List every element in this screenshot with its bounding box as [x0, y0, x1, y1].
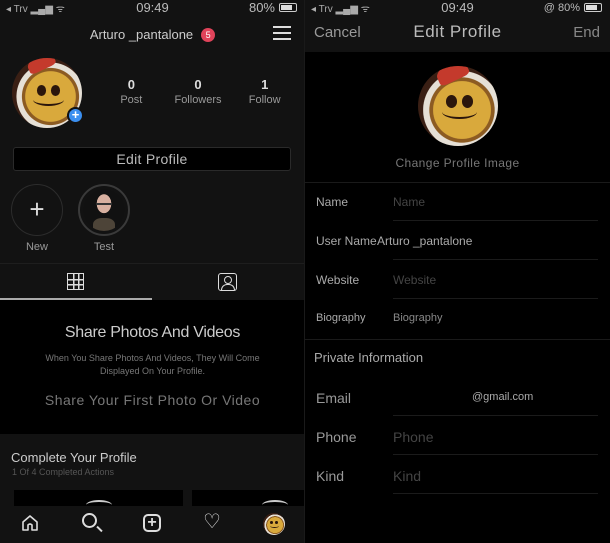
field-label: Phone: [316, 429, 357, 445]
highlight-test[interactable]: Test: [78, 184, 130, 253]
field-kind: Kind Kind: [305, 455, 610, 494]
stat-label: Post: [120, 94, 143, 106]
website-input[interactable]: Website: [393, 273, 436, 287]
plus-icon: +: [29, 194, 45, 224]
username-switcher[interactable]: Arturo _pantalone 5: [0, 27, 305, 42]
complete-profile-progress: 1 Of 4 Completed Actions: [12, 467, 115, 477]
battery-icon: [584, 3, 602, 12]
highlight-label: New: [25, 241, 48, 253]
username-input[interactable]: Arturo _pantalone: [377, 234, 472, 248]
field-label: Name: [316, 195, 349, 209]
biography-input[interactable]: Biography: [393, 312, 443, 324]
profile-tabs: [0, 263, 305, 300]
divider: [305, 339, 610, 340]
complete-profile-title: Complete Your Profile: [11, 450, 137, 465]
field-website: Website Website: [305, 260, 610, 299]
email-input[interactable]: @gmail.com: [472, 391, 533, 403]
stat-following[interactable]: 1 Follow: [231, 77, 298, 106]
battery-percent: 80%: [248, 0, 275, 15]
private-information-title: Private Information: [314, 350, 424, 365]
field-email: Email: [305, 377, 610, 416]
field-label: Kind: [316, 468, 345, 484]
profile-tab-avatar[interactable]: [263, 513, 285, 535]
page-title: Edit Profile: [413, 22, 502, 41]
phone-input[interactable]: Phone: [393, 429, 433, 445]
highlight-avatar: [83, 189, 125, 231]
field-label: User Name: [316, 234, 377, 248]
field-biography: Biography Biography: [305, 299, 610, 338]
notification-badge: 5: [201, 28, 216, 42]
stat-posts[interactable]: 0 Post: [98, 77, 165, 106]
kind-input[interactable]: Kind: [393, 468, 421, 484]
field-label: Website: [316, 273, 360, 287]
edit-profile-button[interactable]: Edit Profile: [13, 147, 291, 171]
highlight-label: Test: [93, 241, 115, 253]
stat-followers[interactable]: 0 Followers: [165, 77, 232, 106]
stat-label: Followers: [174, 94, 222, 106]
stat-value: 0: [127, 77, 135, 92]
status-bar: ◂ Trv ▂▄▆ ᯤ 09:49 @ 80%: [305, 0, 610, 18]
field-username: User Name Arturo _pantalone: [305, 221, 610, 260]
highlight-new[interactable]: + New: [11, 184, 63, 253]
tagged-person-icon: [218, 273, 237, 291]
stat-value: 0: [194, 77, 202, 92]
stat-label: Follow: [248, 94, 281, 106]
share-first-photo-link[interactable]: Share Your First Photo Or Video: [0, 392, 305, 408]
hamburger-menu-icon[interactable]: [273, 26, 291, 40]
battery-percent: @ 80%: [543, 2, 580, 14]
empty-description: When You Share Photos And Videos, They W…: [45, 353, 260, 376]
edit-profile-avatar[interactable]: [418, 66, 498, 146]
field-name: Name Name: [305, 182, 610, 221]
grid-icon: [67, 273, 84, 290]
complete-profile-section: Complete Your Profile 1 Of 4 Completed A…: [0, 434, 305, 510]
profile-screen: ◂ Trv ▂▄▆ ᯤ 09:49 80% Arturo _pantalone 5…: [0, 0, 305, 543]
field-label: Biography: [316, 312, 366, 324]
add-square-icon[interactable]: +: [143, 514, 161, 532]
bottom-tab-bar: + ♡: [0, 506, 305, 543]
stat-value: 1: [261, 77, 269, 92]
profile-header: Arturo _pantalone 5: [0, 20, 305, 48]
empty-posts-state: Share Photos And Videos When You Share P…: [0, 300, 305, 434]
tab-grid[interactable]: [0, 264, 152, 300]
name-input[interactable]: Name: [393, 195, 425, 209]
tab-tagged[interactable]: [152, 264, 304, 300]
empty-title: Share Photos And Videos: [64, 324, 241, 341]
battery-icon: [279, 3, 297, 12]
username: Arturo _pantalone: [89, 27, 194, 42]
edit-profile-screen: ◂ Trv ▂▄▆ ᯤ 09:49 @ 80% Cancel Edit Prof…: [305, 0, 610, 543]
status-bar: ◂ Trv ▂▄▆ ᯤ 09:49 80%: [0, 0, 305, 16]
edit-profile-header: Cancel Edit Profile End: [305, 18, 610, 52]
change-profile-image-link[interactable]: Change Profile Image: [305, 156, 610, 170]
done-button[interactable]: End: [573, 24, 600, 41]
heart-icon[interactable]: ♡: [203, 512, 221, 532]
search-icon[interactable]: [82, 513, 97, 528]
field-label: Email: [316, 390, 352, 406]
home-icon[interactable]: [21, 514, 39, 531]
profile-stats: 0 Post 0 Followers 1 Follow: [98, 77, 298, 106]
add-story-button[interactable]: +: [67, 107, 84, 124]
field-phone: Phone Phone: [305, 416, 610, 455]
